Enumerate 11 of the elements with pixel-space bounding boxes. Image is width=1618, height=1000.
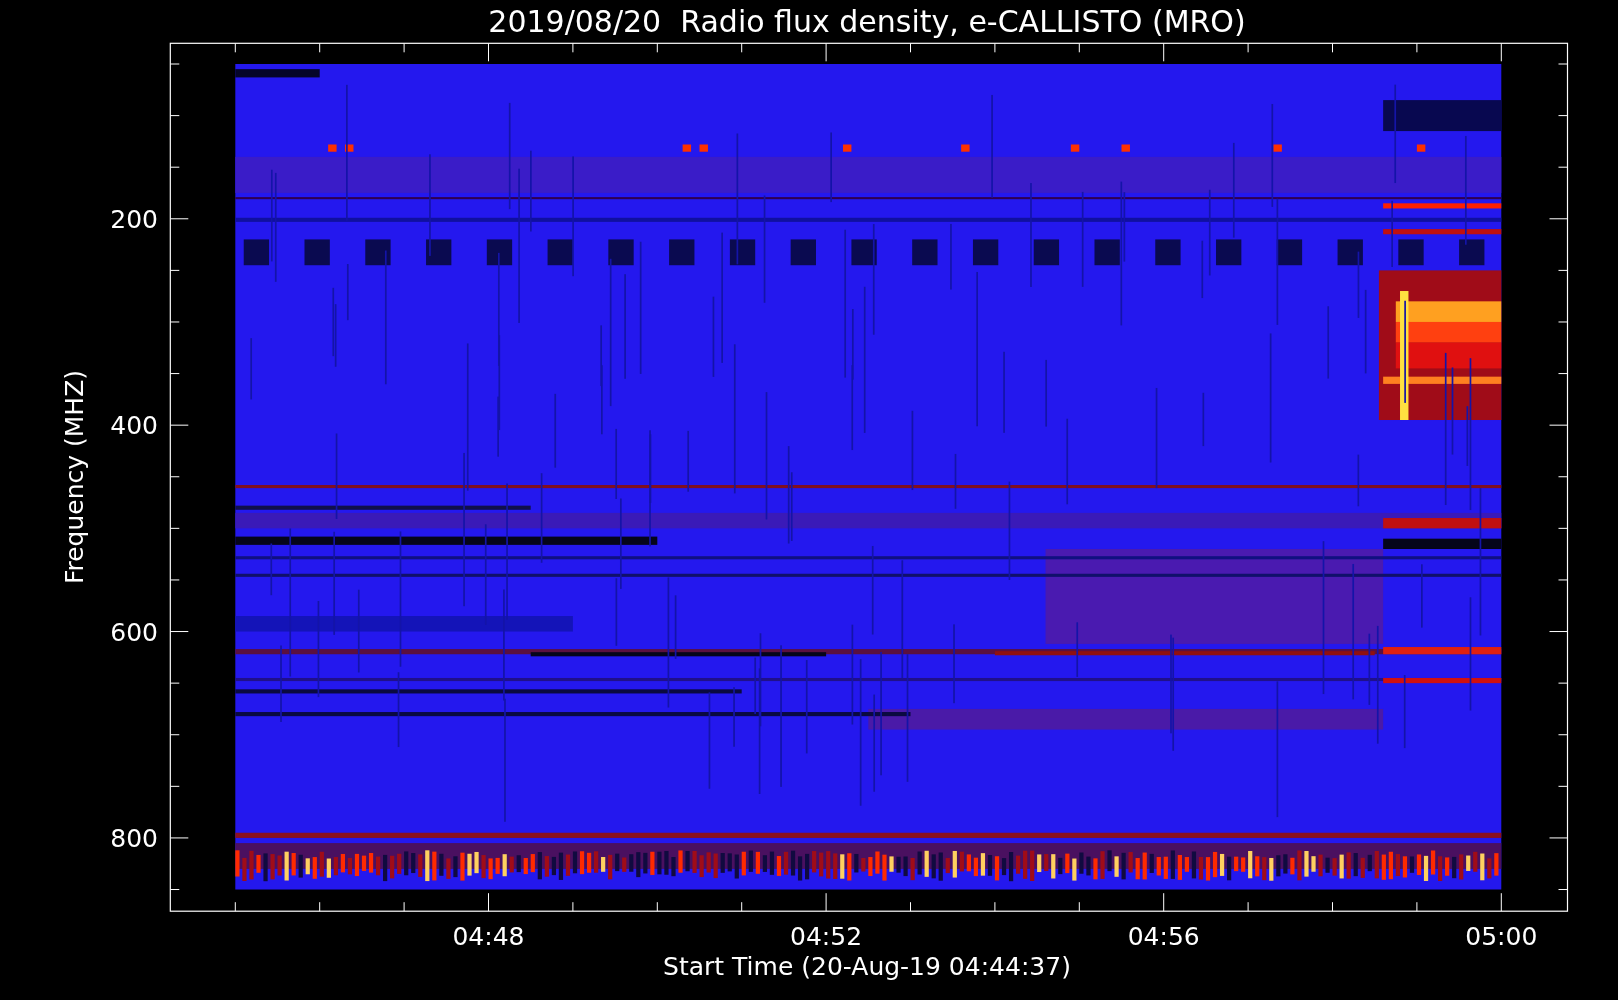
- x-tick-label: 04:52: [790, 922, 863, 951]
- x-tick-label: 04:48: [452, 922, 525, 951]
- plot-title: 2019/08/20 Radio flux density, e-CALLISTO (MRO): [488, 4, 1246, 39]
- y-axis-label: Frequency (MHZ): [60, 369, 89, 585]
- x-tick-label: 05:00: [1465, 922, 1538, 951]
- x-tick-label: 04:56: [1127, 922, 1200, 951]
- y-tick-label: 800: [110, 823, 158, 853]
- y-tick-label: 200: [110, 204, 158, 234]
- y-tick-label: 400: [110, 411, 158, 441]
- y-tick-label: 600: [110, 617, 158, 647]
- x-axis-label: Start Time (20-Aug-19 04:44:37): [663, 952, 1071, 981]
